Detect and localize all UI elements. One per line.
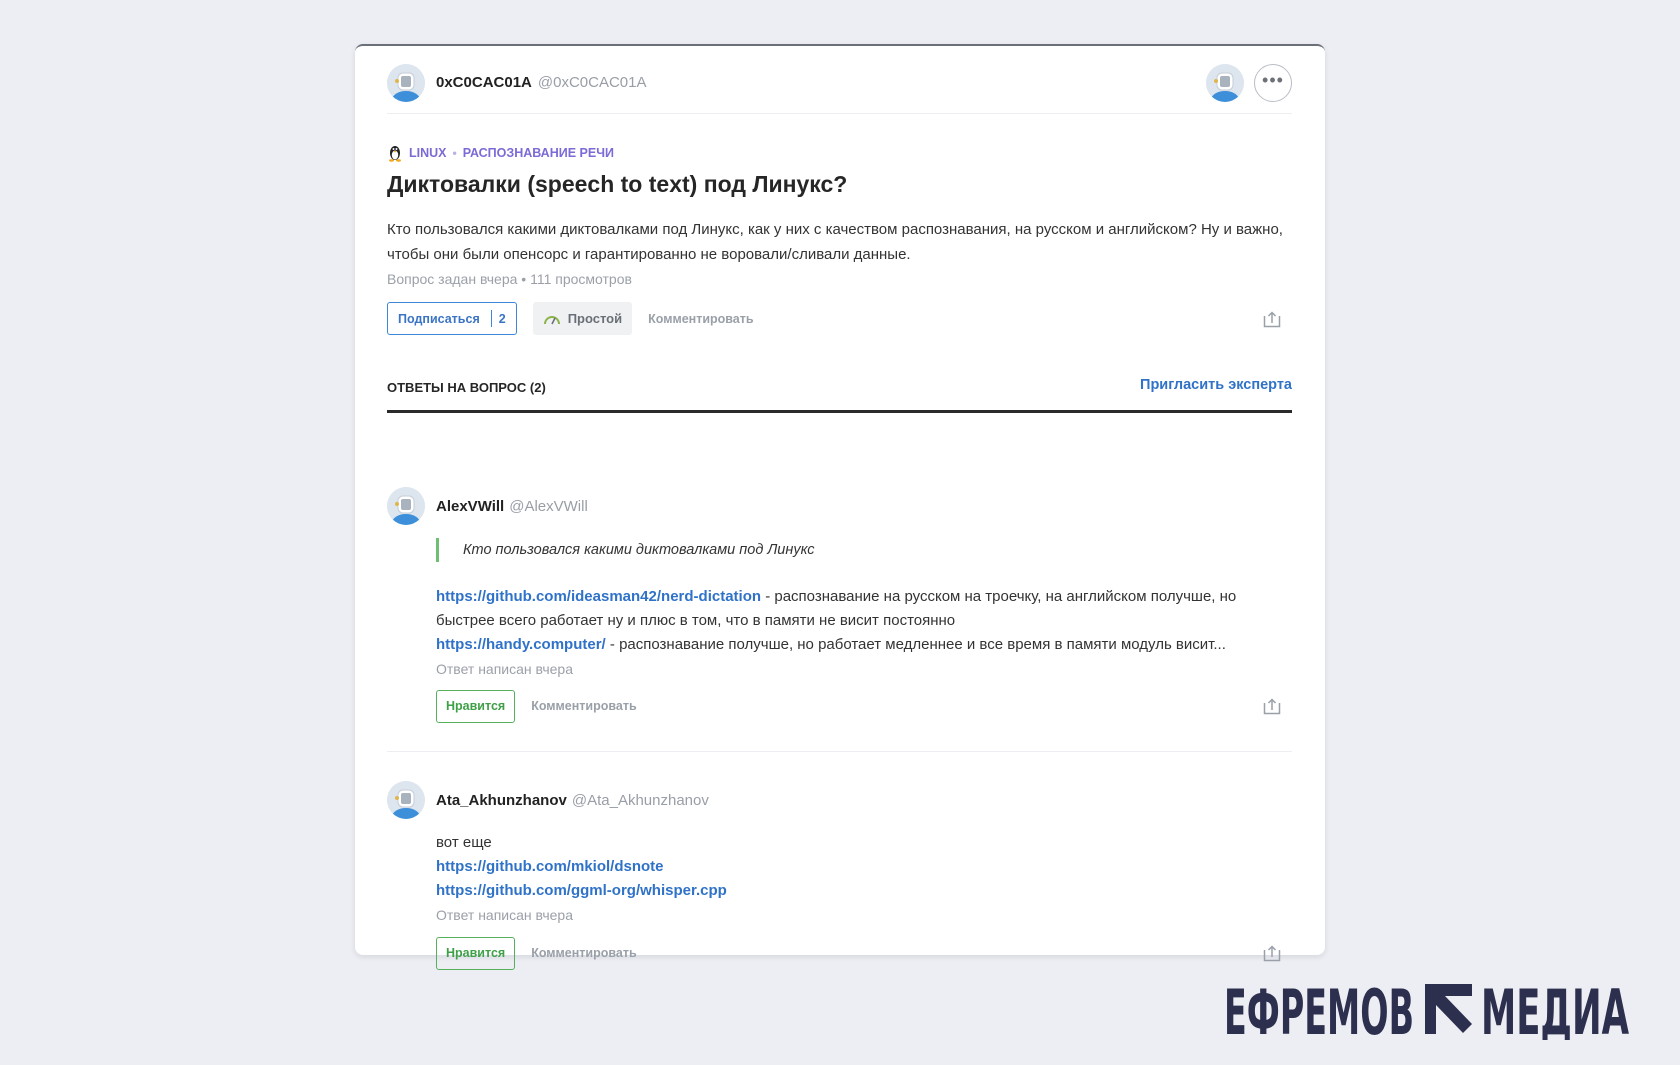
subscribe-label: Подписаться [398,311,480,326]
subscribe-separator [490,310,492,327]
answer-divider [387,751,1292,752]
current-user-avatar-icon[interactable] [1206,63,1244,102]
answer-text-fragment: - распознавание получше, но работает мед… [605,636,1226,654]
question-tags: LINUX • РАСПОЗНАВАНИЕ РЕЧИ [387,144,614,162]
subscribe-count: 2 [498,311,506,326]
question-actions: Подписаться 2 Простой Комментировать [387,302,1292,335]
answer-text: https://github.com/ideasman42/nerd-dicta… [436,585,1292,658]
tag-speech-recognition[interactable]: РАСПОЗНАВАНИЕ РЕЧИ [463,146,614,160]
like-button[interactable]: Нравится [436,689,516,723]
speedometer-icon [543,315,560,324]
answers-title: ОТВЕТЫ НА ВОПРОС (2) [387,380,546,395]
tag-separator: • [452,146,457,160]
question-card: 0xC0CAC01A @0xC0CAC01A ••• LINUX • РАСПО… [355,44,1325,970]
complexity-badge: Простой [532,302,633,335]
answer-link[interactable]: https://github.com/ideasman42/nerd-dicta… [436,588,761,605]
more-dots-icon[interactable]: ••• [1254,63,1292,102]
share-icon[interactable] [1263,944,1281,962]
answer-link[interactable]: https://handy.computer/ [436,636,606,653]
svg-text:ЕФРЕМОВ: ЕФРЕМОВ [1224,980,1414,1040]
answer-author-bar: Ata_Akhunzhanov @Ata_Akhunzhanov [387,781,1292,819]
logo-image: ЕФРЕМОВ МЕДИА [1224,980,1629,1040]
author-name[interactable]: 0xC0CAC01A [436,74,532,91]
share-icon[interactable] [1263,310,1281,328]
question-comment-button[interactable]: Комментировать [648,312,753,326]
answer-actions: Нравится Комментировать [436,936,1292,970]
answer-avatar-icon[interactable] [387,781,425,819]
svg-text:МЕДИА: МЕДИА [1481,980,1629,1040]
question-title: Диктовалки (speech to text) под Линукс? [387,171,848,197]
share-icon[interactable] [1263,697,1281,715]
tux-icon [389,146,401,162]
complexity-label: Простой [567,311,623,326]
answer-body: вот еще https://github.com/mkiol/dsnote … [436,831,1292,970]
like-button[interactable]: Нравится [436,936,516,970]
answer-item: Ata_Akhunzhanov @Ata_Akhunzhanov вот еще… [387,781,1292,970]
answer-author-nick[interactable]: @Ata_Akhunzhanov [572,792,709,809]
answer-link[interactable]: https://github.com/mkiol/dsnote [436,858,664,875]
question-body: Кто пользовался какими диктовалками под … [387,221,1283,263]
answer-author-bar: AlexVWill @AlexVWill [387,487,1292,525]
answer-body: Кто пользовался какими диктовалками под … [436,538,1292,723]
answer-comment-button[interactable]: Комментировать [531,946,636,960]
answer-text: вот еще https://github.com/mkiol/dsnote … [436,831,1292,904]
subscribe-button[interactable]: Подписаться 2 [387,302,517,335]
answer-link[interactable]: https://github.com/ggml-org/whisper.cpp [436,882,727,899]
answer-text-fragment: вот еще [436,834,492,851]
answer-avatar-icon[interactable] [387,487,425,525]
answer-actions: Нравится Комментировать [436,689,1292,723]
efremov-media-logo: ЕФРЕМОВ МЕДИА [1224,980,1632,1040]
answer-author-name[interactable]: AlexVWill [436,498,504,515]
author-nick[interactable]: @0xC0CAC01A [538,74,647,91]
question-author-bar: 0xC0CAC01A @0xC0CAC01A ••• [387,60,1292,114]
answer-meta: Ответ написан вчера [436,906,573,923]
answer-quote: Кто пользовался какими диктовалками под … [436,538,1292,562]
answer-comment-button[interactable]: Комментировать [531,699,636,713]
logo-arrow-icon [1425,984,1472,1034]
answer-author-nick[interactable]: @AlexVWill [509,498,588,515]
invite-expert-link[interactable]: Пригласить эксперта [1140,377,1292,393]
author-avatar-icon[interactable] [387,63,425,102]
question-meta: Вопрос задан вчера • 111 просмотров [387,271,632,287]
answers-header: ОТВЕТЫ НА ВОПРОС (2) Пригласить эксперта [387,374,1292,413]
answer-author-name[interactable]: Ata_Akhunzhanov [436,792,567,809]
answer-item: AlexVWill @AlexVWill Кто пользовался как… [387,487,1292,723]
answer-meta: Ответ написан вчера [436,660,573,677]
tag-linux[interactable]: LINUX [409,146,447,160]
